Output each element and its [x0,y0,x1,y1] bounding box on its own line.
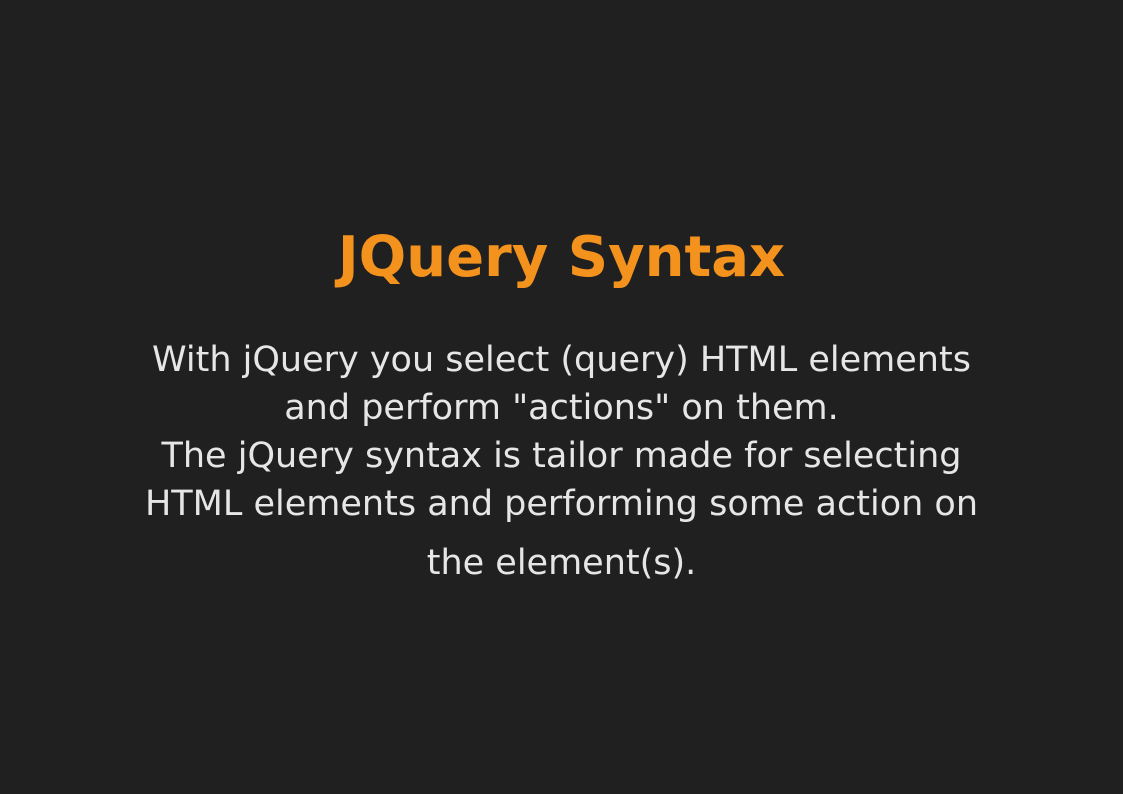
body-line-2: and perform "actions" on them. [284,388,839,428]
slide: JQuery Syntax With jQuery you select (qu… [0,0,1123,794]
slide-title: JQuery Syntax [337,225,786,290]
body-line-5: the element(s). [426,543,697,583]
body-line-3: The jQuery syntax is tailor made for sel… [161,436,962,476]
body-line-4: HTML elements and performing some action… [144,484,979,524]
body-line-1: With jQuery you select (query) HTML elem… [152,340,971,380]
slide-body-text: With jQuery you select (query) HTML elem… [100,336,1023,586]
